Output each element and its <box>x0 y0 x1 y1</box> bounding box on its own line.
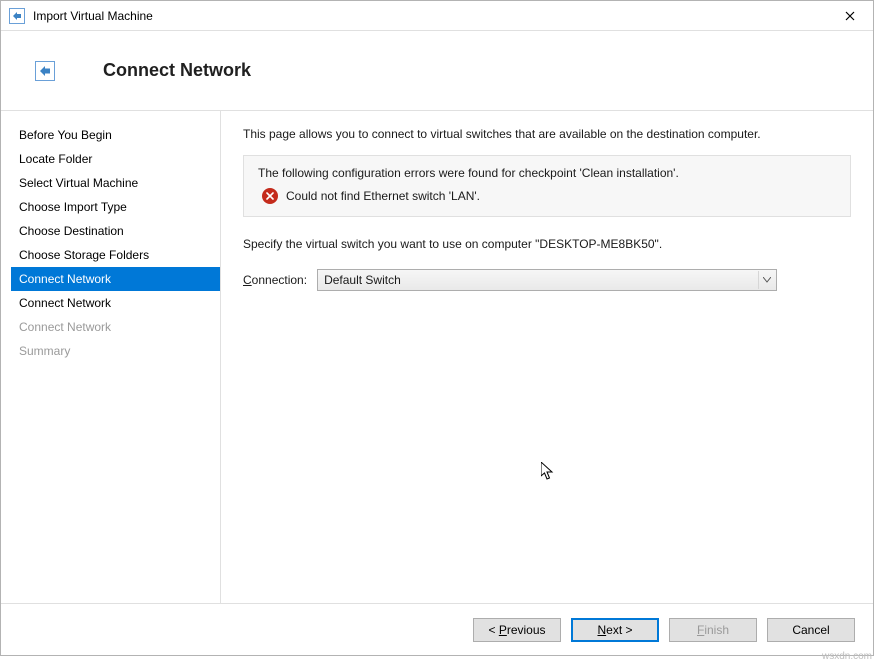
connection-dropdown[interactable]: Default Switch <box>317 269 777 291</box>
titlebar: Import Virtual Machine <box>1 1 873 31</box>
error-heading: The following configuration errors were … <box>258 166 836 180</box>
error-icon <box>262 188 278 204</box>
wizard-step-5[interactable]: Choose Storage Folders <box>11 243 220 267</box>
wizard-step-0[interactable]: Before You Begin <box>11 123 220 147</box>
wizard-step-2[interactable]: Select Virtual Machine <box>11 171 220 195</box>
wizard-footer: < Previous Next > Finish Cancel <box>1 603 873 655</box>
close-button[interactable] <box>827 1 873 31</box>
wizard-header: Connect Network <box>1 31 873 111</box>
app-icon <box>9 8 25 24</box>
next-button[interactable]: Next > <box>571 618 659 642</box>
wizard-step-9: Summary <box>11 339 220 363</box>
cancel-button[interactable]: Cancel <box>767 618 855 642</box>
wizard-step-6[interactable]: Connect Network <box>11 267 220 291</box>
chevron-down-icon <box>758 271 774 289</box>
watermark: wsxdn.com <box>822 651 872 662</box>
finish-button[interactable]: Finish <box>669 618 757 642</box>
connection-value: Default Switch <box>324 273 758 287</box>
wizard-step-1[interactable]: Locate Folder <box>11 147 220 171</box>
wizard-header-icon <box>35 61 55 81</box>
specify-text: Specify the virtual switch you want to u… <box>243 237 851 251</box>
window-title: Import Virtual Machine <box>33 9 827 23</box>
wizard-steps-sidebar: Before You BeginLocate FolderSelect Virt… <box>11 111 221 603</box>
wizard-step-4[interactable]: Choose Destination <box>11 219 220 243</box>
wizard-step-7[interactable]: Connect Network <box>11 291 220 315</box>
wizard-window: Import Virtual Machine Connect Network B… <box>0 0 874 656</box>
wizard-step-8: Connect Network <box>11 315 220 339</box>
connection-label: Connection: <box>243 273 307 287</box>
wizard-step-3[interactable]: Choose Import Type <box>11 195 220 219</box>
previous-button[interactable]: < Previous <box>473 618 561 642</box>
page-title: Connect Network <box>103 60 251 81</box>
intro-text: This page allows you to connect to virtu… <box>243 127 851 141</box>
wizard-main: This page allows you to connect to virtu… <box>221 111 873 603</box>
error-item: Could not find Ethernet switch 'LAN'. <box>262 188 836 204</box>
error-item-text: Could not find Ethernet switch 'LAN'. <box>286 189 480 203</box>
connection-row: Connection: Default Switch <box>243 269 851 291</box>
error-box: The following configuration errors were … <box>243 155 851 217</box>
wizard-body: Before You BeginLocate FolderSelect Virt… <box>1 111 873 603</box>
close-icon <box>845 11 855 21</box>
